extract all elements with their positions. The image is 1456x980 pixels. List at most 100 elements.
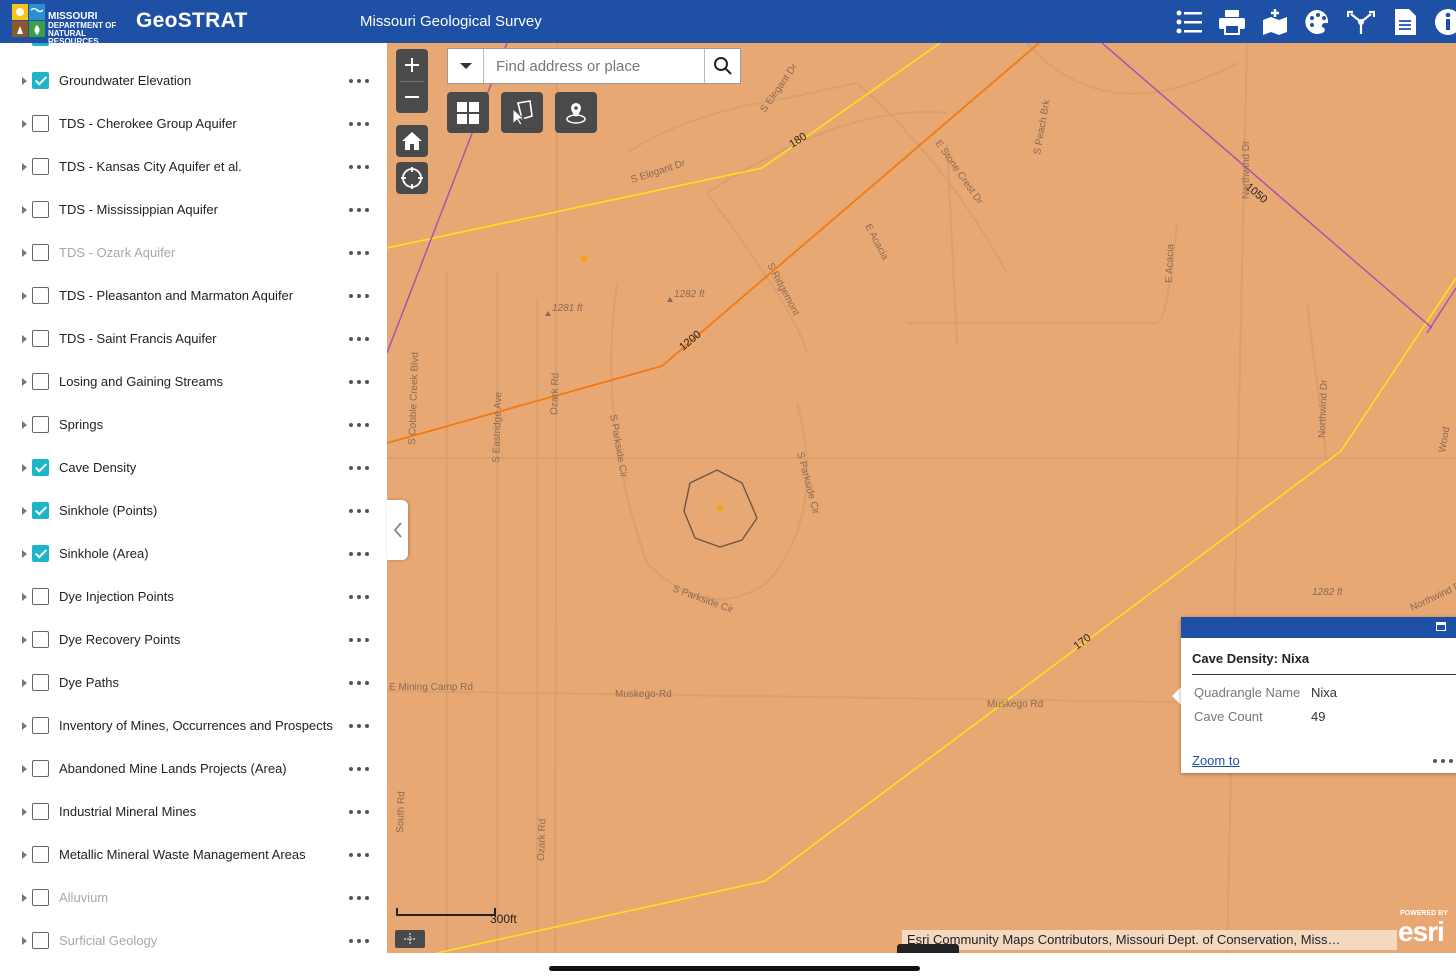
coordinate-toggle-button[interactable] — [395, 930, 425, 948]
layer-visibility-checkbox[interactable] — [32, 717, 49, 734]
layer-item[interactable]: Industrial Mineral Mines — [0, 792, 387, 835]
expand-caret-icon[interactable] — [22, 894, 27, 902]
map-view[interactable]: 180 1200 1050 170 1281 ft 1282 ft 1282 f… — [387, 43, 1456, 953]
layer-visibility-checkbox[interactable] — [32, 631, 49, 648]
layer-visibility-checkbox[interactable] — [32, 502, 49, 519]
near-me-button[interactable] — [555, 92, 597, 133]
layer-item[interactable]: TDS - Mississippian Aquifer — [0, 190, 387, 233]
expand-caret-icon[interactable] — [22, 593, 27, 601]
expand-caret-icon[interactable] — [22, 937, 27, 945]
layer-item[interactable]: TDS - Saint Francis Aquifer — [0, 319, 387, 362]
layer-options-icon[interactable] — [349, 466, 369, 470]
popup-more-icon[interactable] — [1433, 759, 1453, 763]
search-input[interactable] — [484, 49, 704, 83]
legend-icon[interactable] — [1302, 6, 1334, 38]
layer-item[interactable]: Alluvium — [0, 878, 387, 921]
layer-item[interactable]: Cave Density — [0, 448, 387, 491]
layer-visibility-checkbox[interactable] — [32, 803, 49, 820]
expand-caret-icon[interactable] — [22, 421, 27, 429]
sinkhole-point[interactable] — [716, 504, 724, 512]
expand-caret-icon[interactable] — [22, 679, 27, 687]
layer-visibility-checkbox[interactable] — [32, 760, 49, 777]
layer-item[interactable]: Dye Recovery Points — [0, 620, 387, 663]
layer-item[interactable]: Dye Paths — [0, 663, 387, 706]
attribution-expand-tab[interactable] — [897, 944, 959, 953]
zoom-out-button[interactable] — [396, 81, 428, 113]
layer-visibility-checkbox[interactable] — [32, 287, 49, 304]
layer-item[interactable]: Groundwater Elevation — [0, 61, 387, 104]
layer-options-icon[interactable] — [349, 552, 369, 556]
layer-options-icon[interactable] — [349, 724, 369, 728]
layer-options-icon[interactable] — [349, 681, 369, 685]
layer-visibility-checkbox[interactable] — [32, 72, 49, 89]
layer-visibility-checkbox[interactable] — [32, 545, 49, 562]
share-icon[interactable] — [1345, 6, 1377, 38]
expand-caret-icon[interactable] — [22, 765, 27, 773]
layer-options-icon[interactable] — [349, 595, 369, 599]
layer-item[interactable]: Springs — [0, 405, 387, 448]
select-features-button[interactable] — [501, 92, 543, 133]
layer-options-icon[interactable] — [349, 337, 369, 341]
locate-button[interactable] — [396, 162, 428, 194]
expand-caret-icon[interactable] — [22, 722, 27, 730]
print-icon[interactable] — [1216, 6, 1248, 38]
basemap-gallery-icon[interactable] — [1259, 6, 1291, 38]
layer-options-icon[interactable] — [349, 767, 369, 771]
layer-item[interactable]: TDS - Pleasanton and Marmaton Aquifer — [0, 276, 387, 319]
home-button[interactable] — [396, 125, 428, 157]
document-icon[interactable] — [1389, 6, 1421, 38]
layer-visibility-checkbox[interactable] — [32, 158, 49, 175]
search-button[interactable] — [704, 49, 740, 83]
layer-visibility-checkbox[interactable] — [32, 459, 49, 476]
layer-visibility-checkbox[interactable] — [32, 416, 49, 433]
expand-caret-icon[interactable] — [22, 77, 27, 85]
layer-item[interactable]: Abandoned Mine Lands Projects (Area) — [0, 749, 387, 792]
home-indicator[interactable] — [549, 966, 920, 971]
expand-caret-icon[interactable] — [22, 378, 27, 386]
widget-grid-button[interactable] — [447, 92, 489, 133]
zoom-to-link[interactable]: Zoom to — [1192, 753, 1240, 768]
layer-visibility-checkbox[interactable] — [32, 373, 49, 390]
layer-options-icon[interactable] — [349, 509, 369, 513]
search-source-dropdown[interactable] — [448, 49, 484, 83]
layer-visibility-checkbox[interactable] — [32, 889, 49, 906]
layer-options-icon[interactable] — [349, 638, 369, 642]
layer-visibility-checkbox[interactable] — [32, 932, 49, 949]
layer-options-icon[interactable] — [349, 380, 369, 384]
expand-caret-icon[interactable] — [22, 249, 27, 257]
partial-layer-checkbox[interactable] — [32, 43, 49, 46]
layer-visibility-checkbox[interactable] — [32, 201, 49, 218]
layer-visibility-checkbox[interactable] — [32, 674, 49, 691]
info-icon[interactable] — [1432, 6, 1456, 38]
expand-caret-icon[interactable] — [22, 120, 27, 128]
layer-visibility-checkbox[interactable] — [32, 588, 49, 605]
layer-item[interactable]: Sinkhole (Points) — [0, 491, 387, 534]
expand-caret-icon[interactable] — [22, 507, 27, 515]
layer-item[interactable]: TDS - Cherokee Group Aquifer — [0, 104, 387, 147]
expand-caret-icon[interactable] — [22, 808, 27, 816]
layer-options-icon[interactable] — [349, 853, 369, 857]
layer-item[interactable]: TDS - Ozark Aquifer — [0, 233, 387, 276]
layer-visibility-checkbox[interactable] — [32, 846, 49, 863]
sinkhole-point[interactable] — [580, 255, 588, 263]
expand-caret-icon[interactable] — [22, 206, 27, 214]
expand-caret-icon[interactable] — [22, 851, 27, 859]
layer-options-icon[interactable] — [349, 896, 369, 900]
expand-caret-icon[interactable] — [22, 163, 27, 171]
expand-caret-icon[interactable] — [22, 292, 27, 300]
maximize-icon[interactable] — [1436, 622, 1446, 631]
layer-list-icon[interactable] — [1173, 6, 1205, 38]
collapse-panel-button[interactable] — [387, 500, 408, 560]
zoom-in-button[interactable] — [396, 49, 428, 81]
map-attribution[interactable]: Esri Community Maps Contributors, Missou… — [902, 930, 1397, 950]
layer-visibility-checkbox[interactable] — [32, 244, 49, 261]
expand-caret-icon[interactable] — [22, 550, 27, 558]
layer-visibility-checkbox[interactable] — [32, 330, 49, 347]
layer-item[interactable]: Sinkhole (Area) — [0, 534, 387, 577]
layer-options-icon[interactable] — [349, 939, 369, 943]
expand-caret-icon[interactable] — [22, 335, 27, 343]
layer-item[interactable]: Dye Injection Points — [0, 577, 387, 620]
layer-options-icon[interactable] — [349, 208, 369, 212]
layer-options-icon[interactable] — [349, 423, 369, 427]
layer-options-icon[interactable] — [349, 79, 369, 83]
